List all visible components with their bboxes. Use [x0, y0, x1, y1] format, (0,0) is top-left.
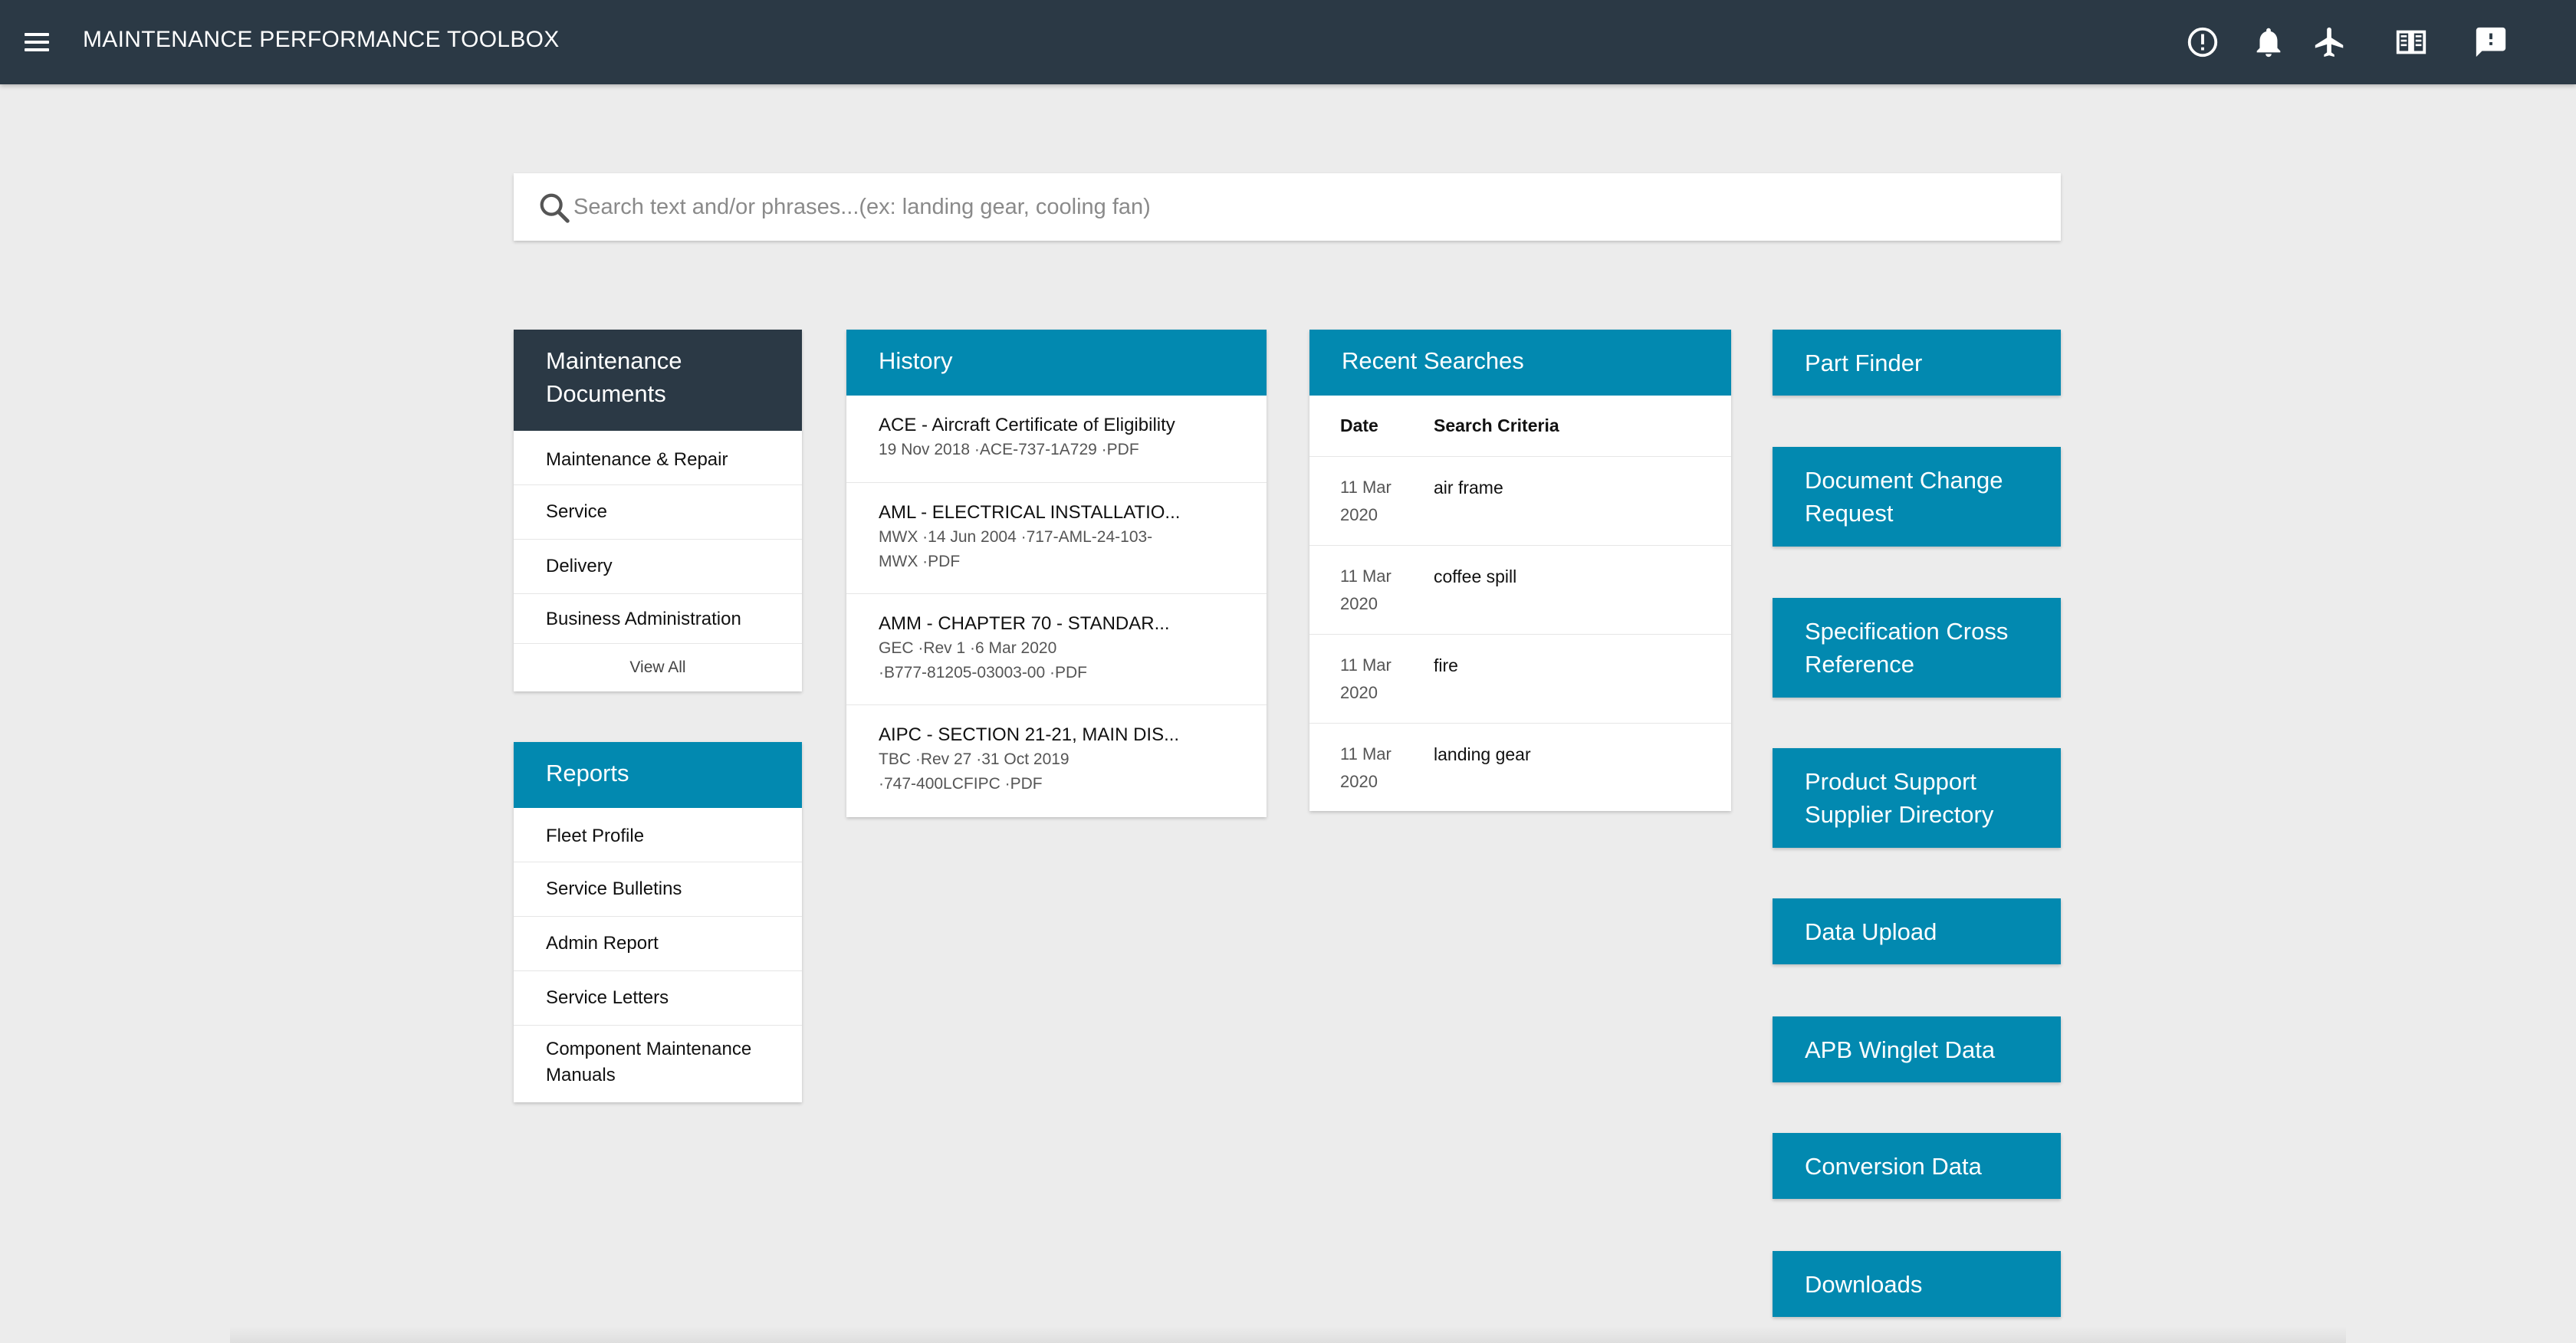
action-label: Product Support [1805, 768, 1977, 795]
menu-icon[interactable] [21, 28, 52, 58]
view-all-link[interactable]: View All [514, 644, 802, 691]
action-label: Document Change [1805, 467, 2003, 494]
feedback-icon[interactable] [2473, 25, 2509, 60]
action-label: APB Winglet Data [1805, 1036, 1996, 1063]
list-item[interactable]: Maintenance & Repair [514, 431, 802, 485]
reports-header: Reports [514, 742, 802, 808]
action-label-line2: Reference [1805, 651, 1915, 678]
recent-search-year: 2020 [1340, 505, 1378, 524]
recent-search-row[interactable]: 11 Mar 2020 air frame [1309, 457, 1731, 546]
recent-search-year: 2020 [1340, 594, 1378, 613]
recent-search-date: 11 Mar [1340, 478, 1392, 497]
recent-searches-header: Recent Searches [1309, 330, 1731, 396]
maintenance-documents-card: Maintenance Documents Maintenance & Repa… [514, 330, 802, 691]
recent-searches-card: Recent Searches Date Search Criteria 11 … [1309, 330, 1731, 811]
history-item-title: AML - ELECTRICAL INSTALLATIO... [879, 502, 1181, 523]
recent-search-row[interactable]: 11 Mar 2020 fire [1309, 635, 1731, 724]
recent-search-date: 11 Mar [1340, 655, 1392, 675]
date-column-header: Date [1340, 415, 1378, 435]
bell-icon[interactable] [2251, 25, 2286, 60]
history-item-meta: ·B777-81205-03003-00 ·PDF [879, 664, 1087, 681]
list-item[interactable]: Business Administration [514, 594, 802, 644]
book-icon[interactable] [2394, 25, 2429, 60]
maintenance-documents-title-line2: Documents [546, 380, 666, 407]
data-upload-button[interactable]: Data Upload [1773, 898, 2061, 964]
apb-winglet-data-button[interactable]: APB Winglet Data [1773, 1016, 2061, 1082]
history-header: History [846, 330, 1267, 396]
list-item[interactable]: Fleet Profile [514, 808, 802, 862]
downloads-button[interactable]: Downloads [1773, 1251, 2061, 1317]
recent-search-criteria: coffee spill [1434, 566, 1517, 586]
history-item-title: AMM - CHAPTER 70 - STANDAR... [879, 613, 1170, 634]
recent-search-criteria: fire [1434, 655, 1458, 675]
history-item[interactable]: ACE - Aircraft Certificate of Eligibilit… [846, 396, 1267, 483]
action-label-line2: Request [1805, 500, 1894, 527]
history-item[interactable]: AML - ELECTRICAL INSTALLATIO... MWX ·14 … [846, 483, 1267, 594]
specification-cross-reference-button[interactable]: Specification Cross Reference [1773, 598, 2061, 698]
recent-search-date: 11 Mar [1340, 566, 1392, 586]
conversion-data-button[interactable]: Conversion Data [1773, 1133, 2061, 1199]
recent-search-row[interactable]: 11 Mar 2020 landing gear [1309, 724, 1731, 813]
top-app-bar: MAINTENANCE PERFORMANCE TOOLBOX [0, 0, 2576, 84]
list-item[interactable]: Service Letters [514, 971, 802, 1026]
recent-search-criteria: air frame [1434, 478, 1503, 497]
recent-search-year: 2020 [1340, 683, 1378, 702]
recent-search-row[interactable]: 11 Mar 2020 coffee spill [1309, 546, 1731, 635]
history-item-meta: MWX ·PDF [879, 553, 961, 570]
search-icon [537, 190, 572, 225]
maintenance-documents-title-line1: Maintenance [546, 347, 682, 374]
app-title: MAINTENANCE PERFORMANCE TOOLBOX [83, 27, 560, 52]
history-item-title: AIPC - SECTION 21-21, MAIN DIS... [879, 724, 1180, 745]
action-label: Conversion Data [1805, 1152, 1982, 1180]
search-bar [514, 173, 2061, 241]
reports-card: Reports Fleet Profile Service Bulletins … [514, 742, 802, 1102]
action-label-line2: Supplier Directory [1805, 801, 1994, 828]
part-finder-button[interactable]: Part Finder [1773, 330, 2061, 396]
search-input[interactable] [573, 173, 2030, 241]
recent-searches-column-headers: Date Search Criteria [1309, 396, 1731, 457]
list-item[interactable]: Component Maintenance Manuals [514, 1026, 802, 1102]
list-item[interactable]: Service [514, 485, 802, 540]
product-support-supplier-directory-button[interactable]: Product Support Supplier Directory [1773, 748, 2061, 848]
maintenance-documents-header: Maintenance Documents [514, 330, 802, 431]
bottom-shadow [230, 1326, 2346, 1343]
history-card: History ACE - Aircraft Certificate of El… [846, 330, 1267, 817]
history-item-meta: 19 Nov 2018 ·ACE-737-1A729 ·PDF [879, 441, 1139, 458]
list-item[interactable]: Delivery [514, 540, 802, 594]
alert-circle-icon[interactable] [2185, 25, 2220, 60]
history-item[interactable]: AMM - CHAPTER 70 - STANDAR... GEC ·Rev 1… [846, 594, 1267, 705]
recent-search-date: 11 Mar [1340, 744, 1392, 763]
history-item-meta: GEC ·Rev 1 ·6 Mar 2020 [879, 639, 1057, 657]
airplane-icon[interactable] [2312, 25, 2348, 60]
action-label: Specification Cross [1805, 618, 2009, 645]
list-item[interactable]: Admin Report [514, 917, 802, 971]
history-item-meta: ·747-400LCFIPC ·PDF [879, 775, 1043, 793]
history-item-meta: MWX ·14 Jun 2004 ·717-AML-24-103- [879, 528, 1153, 546]
search-criteria-column-header: Search Criteria [1434, 415, 1559, 435]
action-label: Downloads [1805, 1270, 1923, 1298]
action-label: Data Upload [1805, 918, 1937, 945]
action-label: Part Finder [1805, 349, 1923, 376]
history-item-title: ACE - Aircraft Certificate of Eligibilit… [879, 415, 1175, 435]
history-item-meta: TBC ·Rev 27 ·31 Oct 2019 [879, 750, 1070, 768]
recent-search-criteria: landing gear [1434, 744, 1531, 764]
history-item[interactable]: AIPC - SECTION 21-21, MAIN DIS... TBC ·R… [846, 705, 1267, 816]
recent-search-year: 2020 [1340, 772, 1378, 791]
list-item[interactable]: Service Bulletins [514, 862, 802, 917]
document-change-request-button[interactable]: Document Change Request [1773, 447, 2061, 547]
